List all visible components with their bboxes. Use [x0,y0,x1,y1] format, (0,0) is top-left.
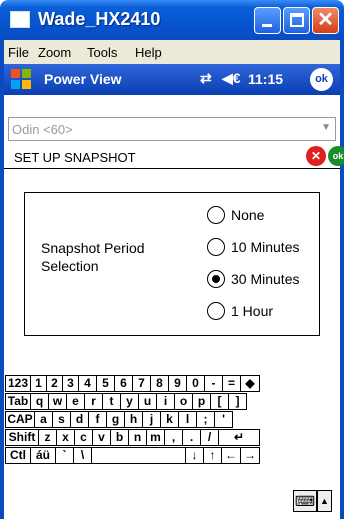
key[interactable]: l [178,411,197,428]
speaker-icon[interactable]: ◀€ [222,70,241,87]
key[interactable]: r [84,393,103,410]
key[interactable]: g [106,411,125,428]
key[interactable]: 4 [78,375,97,392]
arrow-down-key[interactable]: ↓ [185,447,204,464]
key[interactable]: 5 [96,375,115,392]
nav-bar: Power View ⇄ ◀€ 11:15 ok [4,64,340,95]
menu-tools[interactable]: Tools [87,45,117,60]
key[interactable]: j [142,411,161,428]
start-icon[interactable] [10,68,32,90]
arrow-right-key[interactable]: → [240,447,260,464]
enter-key[interactable]: ↵ [218,429,260,446]
key[interactable]: 6 [114,375,133,392]
key[interactable]: s [52,411,71,428]
key[interactable]: n [128,429,147,446]
key[interactable]: b [110,429,129,446]
confirm-button[interactable]: ok [328,146,344,166]
close-button[interactable]: ✕ [312,7,339,34]
key[interactable]: f [88,411,107,428]
menu-file[interactable]: File [8,45,29,60]
key[interactable]: a [34,411,53,428]
caps-key[interactable]: CAP [5,411,35,428]
key[interactable]: ] [228,393,247,410]
arrow-left-key[interactable]: ← [221,447,241,464]
key[interactable]: = [222,375,241,392]
key[interactable]: ; [196,411,215,428]
device-selector[interactable]: Odin <60> ▼ [8,117,336,141]
key[interactable]: 9 [168,375,187,392]
cancel-button[interactable]: ✕ [306,146,326,166]
radio-dot [207,302,225,320]
device-selector-value: Odin <60> [12,122,73,137]
space-key[interactable] [91,447,186,464]
key[interactable]: e [66,393,85,410]
key[interactable]: h [124,411,143,428]
chevron-down-icon: ▼ [321,122,331,133]
key[interactable]: \ [73,447,92,464]
menu-bar: File Zoom Tools Help [0,40,344,64]
accent-key[interactable]: áü [30,447,56,464]
key[interactable]: p [192,393,211,410]
key[interactable]: z [38,429,57,446]
keyboard-icon[interactable]: ⌨ [293,490,317,512]
key[interactable]: m [146,429,165,446]
key[interactable]: d [70,411,89,428]
menu-help[interactable]: Help [135,45,162,60]
key[interactable]: y [120,393,139,410]
key[interactable]: ' [214,411,233,428]
key-123[interactable]: 123 [5,375,31,392]
key[interactable]: ` [55,447,74,464]
key[interactable]: c [74,429,93,446]
key[interactable]: u [138,393,157,410]
menu-zoom[interactable]: Zoom [38,45,71,60]
minimize-button[interactable] [254,7,281,34]
key[interactable]: 3 [62,375,79,392]
key[interactable]: x [56,429,75,446]
window-title-bar: Wade_HX2410 ✕ [0,0,344,40]
input-menu-arrow[interactable]: ▲ [317,490,332,512]
snapshot-period-label: Snapshot Period Selection [41,240,145,274]
key[interactable]: 7 [132,375,151,392]
key[interactable]: - [204,375,223,392]
key[interactable]: o [174,393,193,410]
nav-title: Power View [44,71,122,87]
key[interactable]: t [102,393,121,410]
nav-ok-button[interactable]: ok [310,68,333,91]
window-title: Wade_HX2410 [38,9,161,29]
snapshot-panel: Snapshot Period Selection None 10 Minute… [24,192,320,336]
page-header: SET UP SNAPSHOT ✕ ok [4,142,344,169]
key[interactable]: 0 [186,375,205,392]
backspace-key[interactable]: ◆ [240,375,260,392]
key[interactable]: [ [210,393,229,410]
key[interactable]: , [164,429,183,446]
bottom-menu-bar: ⌨ ▲ [4,486,340,519]
maximize-button[interactable] [283,7,310,34]
page-title: SET UP SNAPSHOT [14,150,136,165]
key[interactable]: k [160,411,179,428]
ctrl-key[interactable]: Ctl [5,447,31,464]
shift-key[interactable]: Shift [5,429,39,446]
key[interactable]: w [48,393,67,410]
key[interactable]: / [200,429,219,446]
key[interactable]: q [30,393,49,410]
radio-dot [207,206,225,224]
radio-dot-selected [207,270,225,288]
arrow-up-key[interactable]: ↑ [203,447,222,464]
key[interactable]: 8 [150,375,169,392]
key[interactable]: v [92,429,111,446]
connectivity-icon[interactable]: ⇄ [200,70,212,87]
key[interactable]: 2 [46,375,63,392]
radio-dot [207,238,225,256]
app-window-icon [10,11,30,28]
key[interactable]: i [156,393,175,410]
key[interactable]: 1 [30,375,47,392]
clock[interactable]: 11:15 [248,71,283,87]
key[interactable]: . [182,429,201,446]
tab-key[interactable]: Tab [5,393,31,410]
soft-keyboard: 123 1 2 3 4 5 6 7 8 9 0 - = ◆ Tab q w e … [5,375,339,485]
close-icon: ✕ [317,9,334,31]
